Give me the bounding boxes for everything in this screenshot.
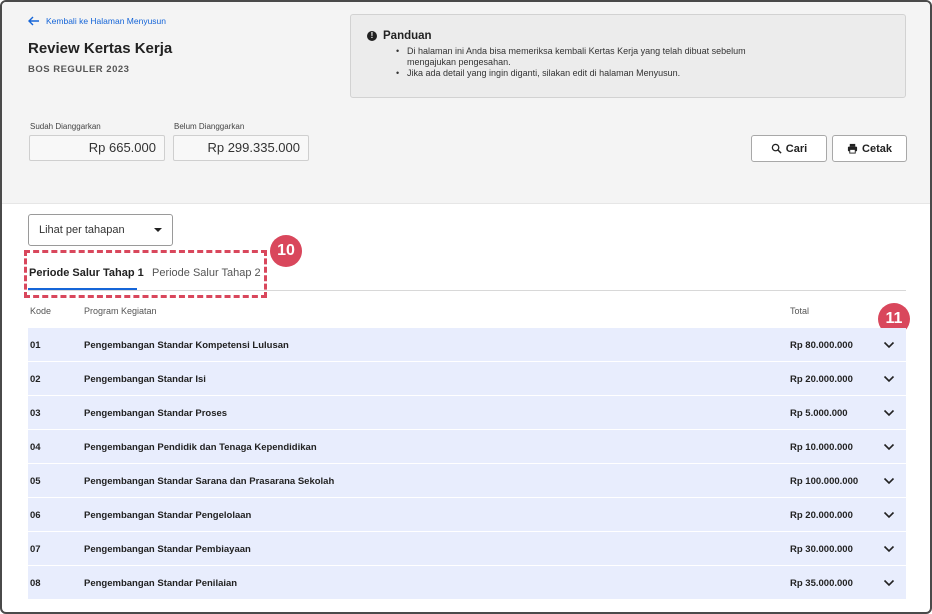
table-row[interactable]: 03 Pengembangan Standar Proses Rp 5.000.… — [28, 396, 906, 430]
row-program: Pengembangan Standar Proses — [84, 408, 228, 419]
row-code: 07 — [30, 544, 41, 555]
chevron-down-icon[interactable] — [883, 374, 895, 384]
row-total: Rp 35.000.000 — [790, 578, 853, 589]
header-panel: Kembali ke Halaman Menyusun Review Kerta… — [2, 2, 930, 204]
guide-item: Jika ada detail yang ingin diganti, sila… — [395, 68, 795, 79]
row-total: Rp 20.000.000 — [790, 510, 853, 521]
unallocated-label: Belum Dianggarkan — [174, 122, 245, 131]
column-header-code: Kode — [30, 306, 52, 316]
page-title: Review Kertas Kerja — [28, 40, 173, 57]
tab-periode-salur-tahap-1[interactable]: Periode Salur Tahap 1 — [29, 267, 144, 279]
row-program: Pengembangan Pendidik dan Tenaga Kependi… — [84, 442, 317, 453]
chevron-down-icon[interactable] — [883, 510, 895, 520]
row-total: Rp 20.000.000 — [790, 374, 853, 385]
row-code: 02 — [30, 374, 41, 385]
row-total: Rp 100.000.000 — [790, 476, 859, 487]
row-code: 08 — [30, 578, 41, 589]
chevron-down-icon[interactable] — [883, 408, 895, 418]
row-total: Rp 10.000.000 — [790, 442, 853, 453]
print-button-label: Cetak — [862, 142, 892, 155]
search-button[interactable]: Cari — [751, 135, 827, 162]
chevron-down-icon[interactable] — [883, 578, 895, 588]
app-frame: Kembali ke Halaman Menyusun Review Kerta… — [0, 0, 932, 614]
arrow-left-icon — [28, 16, 39, 26]
table-row[interactable]: 05 Pengembangan Standar Sarana dan Prasa… — [28, 464, 906, 498]
allocated-label: Sudah Dianggarkan — [30, 122, 101, 131]
row-code: 03 — [30, 408, 41, 419]
row-program: Pengembangan Standar Kompetensi Lulusan — [84, 340, 289, 351]
row-program: Pengembangan Standar Pembiayaan — [84, 544, 251, 555]
chevron-down-icon[interactable] — [883, 476, 895, 486]
guide-box: ! Panduan Di halaman ini Anda bisa memer… — [350, 14, 906, 98]
info-icon: ! — [367, 31, 377, 41]
tabs-divider — [28, 290, 906, 291]
chevron-down-icon[interactable] — [883, 544, 895, 554]
row-total: Rp 30.000.000 — [790, 544, 853, 555]
row-program: Pengembangan Standar Sarana dan Prasaran… — [84, 476, 335, 487]
program-table: 01 Pengembangan Standar Kompetensi Lulus… — [28, 328, 906, 600]
print-button[interactable]: Cetak — [832, 135, 907, 162]
chevron-down-icon[interactable] — [883, 442, 895, 452]
page-subtitle: BOS REGULER 2023 — [28, 64, 130, 75]
printer-icon — [847, 143, 858, 154]
unallocated-value: Rp 299.335.000 — [173, 135, 309, 161]
chevron-down-icon[interactable] — [883, 340, 895, 350]
guide-list: Di halaman ini Anda bisa memeriksa kemba… — [395, 46, 795, 79]
row-total: Rp 5.000.000 — [790, 408, 848, 419]
stage-filter-value: Lihat per tahapan — [39, 224, 125, 236]
row-code: 06 — [30, 510, 41, 521]
active-tab-indicator — [28, 288, 137, 290]
table-row[interactable]: 01 Pengembangan Standar Kompetensi Lulus… — [28, 328, 906, 362]
table-row[interactable]: 02 Pengembangan Standar Isi Rp 20.000.00… — [28, 362, 906, 396]
back-link-label: Kembali ke Halaman Menyusun — [46, 16, 167, 26]
table-row[interactable]: 06 Pengembangan Standar Pengelolaan Rp 2… — [28, 498, 906, 532]
row-program: Pengembangan Standar Pengelolaan — [84, 510, 252, 521]
stage-filter-select[interactable]: Lihat per tahapan — [28, 214, 173, 246]
caret-down-icon — [154, 228, 162, 232]
guide-item: Di halaman ini Anda bisa memeriksa kemba… — [395, 46, 795, 68]
table-row[interactable]: 08 Pengembangan Standar Penilaian Rp 35.… — [28, 566, 906, 600]
search-button-label: Cari — [785, 142, 808, 155]
row-program: Pengembangan Standar Penilaian — [84, 578, 238, 589]
row-code: 01 — [30, 340, 41, 351]
allocated-value: Rp 665.000 — [29, 135, 165, 161]
search-icon — [771, 143, 782, 154]
row-program: Pengembangan Standar Isi — [84, 374, 206, 385]
row-total: Rp 80.000.000 — [790, 340, 853, 351]
guide-title: Panduan — [383, 30, 432, 42]
table-row[interactable]: 07 Pengembangan Standar Pembiayaan Rp 30… — [28, 532, 906, 566]
tab-periode-salur-tahap-2[interactable]: Periode Salur Tahap 2 — [152, 267, 261, 279]
column-header-program: Program Kegiatan — [84, 306, 157, 316]
back-link[interactable]: Kembali ke Halaman Menyusun — [28, 16, 166, 26]
row-code: 04 — [30, 442, 41, 453]
marker-badge-tabs: 10 — [270, 235, 302, 267]
table-row[interactable]: 04 Pengembangan Pendidik dan Tenaga Kepe… — [28, 430, 906, 464]
row-code: 05 — [30, 476, 41, 487]
column-header-total: Total — [790, 306, 810, 316]
